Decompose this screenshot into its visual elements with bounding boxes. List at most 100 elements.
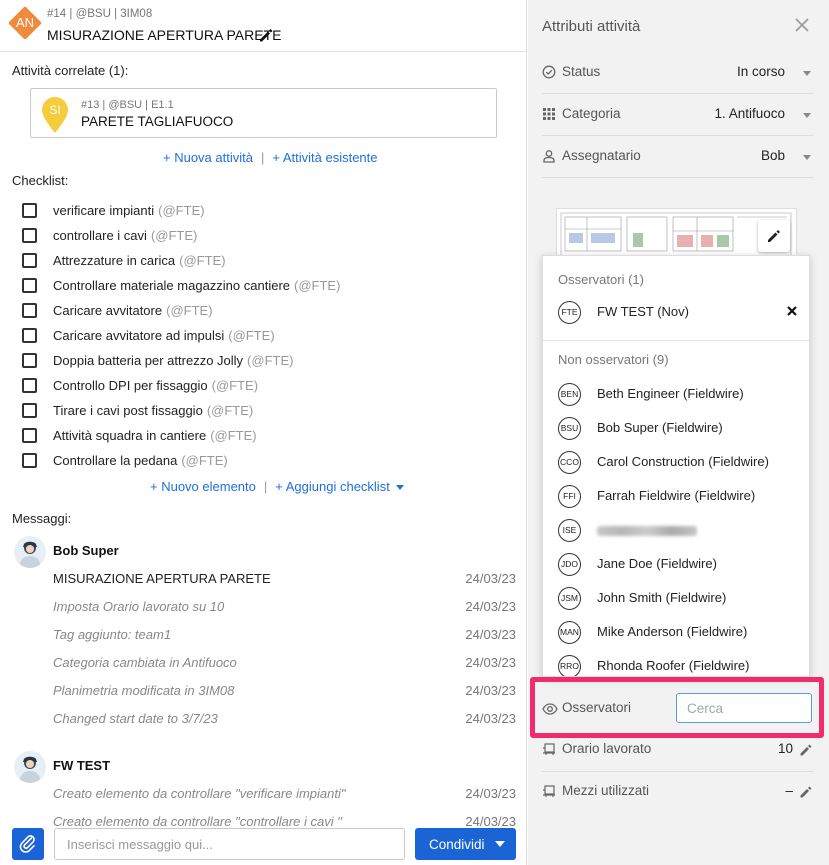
observer-item[interactable]: FTE FW TEST (Nov)	[558, 299, 798, 325]
paperclip-icon	[19, 835, 35, 853]
non-observer-item[interactable]: BEN Beth Engineer (Fieldwire)	[558, 381, 798, 407]
non-observer-item[interactable]: BSU Bob Super (Fieldwire)	[558, 415, 798, 441]
non-observer-item[interactable]: FFI Farrah Fieldwire (Fieldwire)	[558, 483, 798, 509]
messages-heading: Messaggi:	[12, 511, 72, 526]
checkbox[interactable]	[22, 227, 37, 243]
status-row[interactable]: Status In corso	[542, 52, 813, 94]
add-checklist-link[interactable]: + Aggiungi checklist	[275, 479, 390, 494]
checkbox[interactable]	[22, 377, 37, 393]
checkbox[interactable]	[22, 202, 37, 218]
checklist-item[interactable]: verificare impianti (@FTE)	[22, 200, 205, 220]
non-observer-item[interactable]: MAN Mike Anderson (Fieldwire)	[558, 619, 798, 645]
user-initials-badge: FFI	[558, 485, 581, 508]
checklist-item[interactable]: Caricare avvitatore ad impulsi (@FTE)	[22, 325, 275, 345]
message-date: 24/03/23	[465, 711, 516, 726]
chevron-down-icon[interactable]	[803, 113, 811, 118]
checklist-item[interactable]: Attività squadra in cantiere (@FTE)	[22, 425, 257, 445]
chevron-down-icon[interactable]	[803, 71, 811, 76]
non-observer-item[interactable]: JDO Jane Doe (Fieldwire)	[558, 551, 798, 577]
avatar	[14, 751, 46, 783]
checklist-heading: Checklist:	[12, 173, 69, 188]
pencil-icon[interactable]	[258, 27, 274, 43]
checklist-item-tag: (@FTE)	[166, 302, 213, 318]
pencil-icon[interactable]	[799, 785, 813, 799]
chevron-down-icon[interactable]	[803, 155, 811, 160]
non-observer-item[interactable]: ISE	[558, 517, 798, 543]
checklist-item[interactable]: Controllo DPI per fissaggio (@FTE)	[22, 375, 258, 395]
assignee-label: Assegnatario	[562, 148, 641, 163]
user-initials-badge: BSU	[558, 417, 581, 440]
checklist-item-tag: (@FTE)	[206, 402, 254, 418]
link-separator: |	[263, 479, 268, 494]
message-date: 24/03/23	[465, 571, 516, 586]
checklist-item[interactable]: Tirare i cavi post fissaggio (@FTE)	[22, 400, 253, 420]
status-value[interactable]: In corso	[737, 64, 785, 79]
message-text: Creato elemento da controllare "controll…	[53, 814, 342, 829]
remove-observer-icon[interactable]	[786, 305, 798, 317]
new-task-link[interactable]: + Nuova attività	[163, 150, 253, 165]
checkbox[interactable]	[22, 302, 37, 318]
non-observer-name: Beth Engineer (Fieldwire)	[597, 386, 744, 401]
checkbox[interactable]	[22, 452, 37, 468]
checklist-item-text: Caricare avvitatore ad impulsi	[53, 327, 225, 343]
divider	[543, 340, 809, 341]
message-input[interactable]	[54, 828, 405, 860]
non-observer-name: Jane Doe (Fieldwire)	[597, 556, 717, 571]
checklist-item-tag: (@FTE)	[150, 227, 198, 243]
non-observer-name: John Smith (Fieldwire)	[597, 590, 727, 605]
checklist-item-text: controllare i cavi	[53, 227, 147, 243]
checklist-item[interactable]: Controllare la pedana (@FTE)	[22, 450, 228, 470]
task-header: AN #14 | @BSU | 3IM08 MISURAZIONE APERTU…	[0, 0, 526, 52]
checkbox[interactable]	[22, 402, 37, 418]
related-tasks-heading: Attività correlate (1):	[12, 63, 129, 78]
checklist-item-tag: (@FTE)	[247, 352, 294, 368]
non-observer-item[interactable]: RRO Rhonda Roofer (Fieldwire)	[558, 653, 798, 676]
equipment-icon	[543, 785, 555, 797]
existing-task-link[interactable]: + Attività esistente	[272, 150, 377, 165]
assignee-value[interactable]: Bob	[761, 148, 785, 163]
user-initials-badge: BEN	[558, 383, 581, 406]
checklist-item-text: Controllare la pedana	[53, 452, 178, 468]
checkbox[interactable]	[22, 427, 37, 443]
category-value[interactable]: 1. Antifuoco	[714, 106, 785, 121]
equipment-icon	[543, 743, 555, 755]
checklist-item[interactable]: controllare i cavi (@FTE)	[22, 225, 197, 245]
message-date: 24/03/23	[465, 814, 516, 829]
checkbox[interactable]	[22, 252, 37, 268]
equipment-row[interactable]: Mezzi utilizzati –	[542, 771, 813, 813]
related-task-card[interactable]: SI #13 | @BSU | E1.1 PARETE TAGLIAFUOCO	[30, 88, 497, 138]
close-icon[interactable]	[793, 16, 811, 34]
assignee-row[interactable]: Assegnatario Bob	[542, 136, 813, 178]
pencil-icon[interactable]	[799, 743, 813, 757]
redacted-name	[597, 526, 697, 536]
attach-button[interactable]	[12, 828, 44, 860]
non-observer-name: Rhonda Roofer (Fieldwire)	[597, 658, 750, 673]
edit-plan-button[interactable]	[758, 220, 790, 252]
checkbox[interactable]	[22, 352, 37, 368]
checklist-item[interactable]: Attrezzature in carica (@FTE)	[22, 250, 226, 270]
task-title[interactable]: MISURAZIONE APERTURA PARETE	[47, 27, 281, 43]
share-button[interactable]: Condividi	[415, 828, 516, 860]
checklist-item[interactable]: Controllare materiale magazzino cantiere…	[22, 275, 340, 295]
checkbox[interactable]	[22, 327, 37, 343]
related-task-title: PARETE TAGLIAFUOCO	[81, 114, 234, 129]
equipment-value: –	[785, 783, 793, 798]
checkbox[interactable]	[22, 277, 37, 293]
category-row[interactable]: Categoria 1. Antifuoco	[542, 94, 813, 136]
task-status-avatar: AN	[8, 6, 42, 40]
related-actions: + Nuova attività | + Attività esistente	[163, 150, 378, 165]
checklist-item[interactable]: Doppia batteria per attrezzo Jolly (@FTE)	[22, 350, 293, 370]
checklist-item[interactable]: Caricare avvitatore (@FTE)	[22, 300, 213, 320]
new-item-link[interactable]: + Nuovo elemento	[150, 479, 256, 494]
user-initials-badge: JDO	[558, 553, 581, 576]
attributes-title: Attributi attività	[542, 18, 641, 35]
checklist-item-tag: (@FTE)	[181, 452, 228, 468]
non-observer-item[interactable]: CCO Carol Construction (Fieldwire)	[558, 449, 798, 475]
task-subtitle: #14 | @BSU | 3IM08	[47, 8, 153, 20]
non-observer-name: Carol Construction (Fieldwire)	[597, 454, 769, 469]
non-observer-item[interactable]: JSM John Smith (Fieldwire)	[558, 585, 798, 611]
related-task-subtitle: #13 | @BSU | E1.1	[81, 99, 174, 111]
grid-icon	[543, 108, 555, 120]
message-date: 24/03/23	[465, 655, 516, 670]
caret-down-icon[interactable]	[395, 485, 404, 491]
